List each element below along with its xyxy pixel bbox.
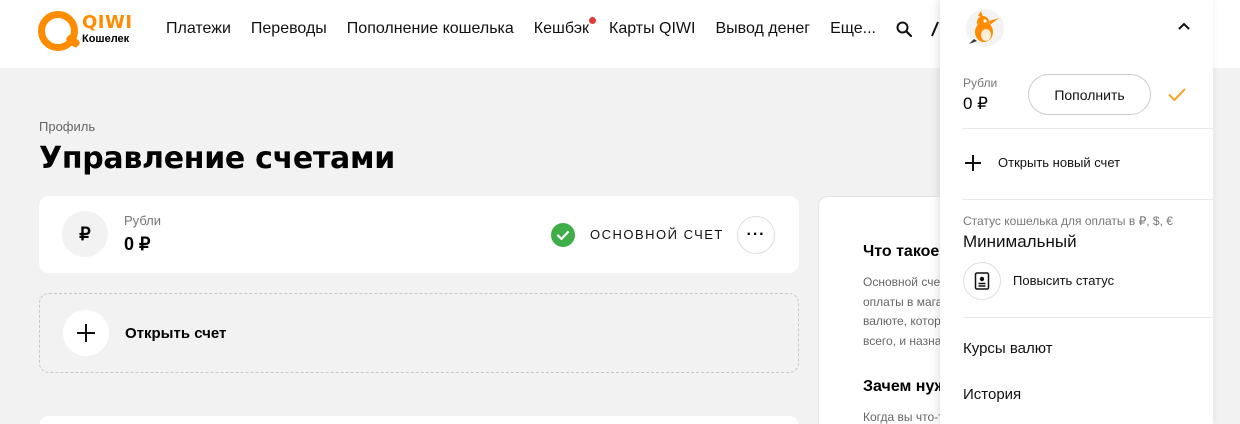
next-card (39, 416, 799, 424)
open-account-card[interactable]: Открыть счет (39, 293, 799, 373)
profile-dropdown: Рубли 0 ₽ Пополнить Открыть новый счет С… (940, 0, 1213, 424)
breadcrumb[interactable]: Профиль (39, 119, 95, 134)
wallet-status-value: Минимальный (963, 232, 1077, 251)
page-title: Управление счетами (39, 141, 395, 176)
plus-icon (63, 310, 109, 356)
menu-exchange-rates[interactable]: Курсы валют (963, 340, 1053, 357)
nav-more[interactable]: Еще... (830, 20, 876, 38)
plus-icon[interactable] (964, 154, 982, 172)
search-icon[interactable] (896, 21, 912, 37)
dropdown-rub-amount: 0 ₽ (963, 94, 988, 113)
info-panel: Что такое основной счет? Основной счет и… (818, 196, 958, 424)
nav-payments[interactable]: Платежи (166, 20, 231, 38)
main-account-label: ОСНОВНОЙ СЧЕТ (590, 227, 724, 242)
menu-history[interactable]: История (963, 386, 1021, 403)
open-account-label: Открыть счет (125, 325, 227, 342)
logo-subtitle: Кошелек (82, 33, 130, 45)
ruble-icon: ₽ (62, 211, 108, 257)
nav-topup[interactable]: Пополнение кошелька (347, 20, 514, 38)
divider (963, 317, 1213, 318)
wallet-status-label: Статус кошелька для оплаты в ₽, $, € (963, 214, 1173, 228)
logo-text: QIWI (82, 12, 133, 33)
qiwi-logo[interactable]: QIWI Кошелек (38, 11, 138, 55)
more-options-button[interactable]: ··· (737, 216, 775, 254)
nav-cards[interactable]: Карты QIWI (609, 20, 695, 38)
id-card-icon[interactable] (963, 262, 1001, 300)
account-label: Рубли (124, 213, 162, 228)
check-mark-svg (556, 230, 570, 241)
open-new-account-link[interactable]: Открыть новый счет (998, 155, 1120, 170)
user-icon[interactable] (930, 20, 940, 38)
id-card-svg (974, 272, 990, 290)
nav-withdraw[interactable]: Вывод денег (715, 20, 810, 38)
check-icon (1168, 88, 1186, 101)
account-card-rub[interactable]: ₽ Рубли 0 ₽ ОСНОВНОЙ СЧЕТ ··· (39, 196, 799, 273)
divider (963, 199, 1213, 200)
nav-cashback[interactable]: Кешбэк (533, 17, 596, 38)
account-amount: 0 ₽ (124, 234, 151, 254)
dropdown-rub-label: Рубли (963, 76, 998, 90)
topup-button[interactable]: Пополнить (1028, 74, 1151, 115)
chevron-up-icon[interactable] (1178, 22, 1190, 30)
nav-cashback-label: Кешбэк (533, 20, 589, 37)
notification-dot (589, 17, 596, 24)
nav-transfers[interactable]: Переводы (251, 20, 327, 38)
checkmark-circle-icon (551, 223, 575, 247)
divider (963, 128, 1213, 129)
upgrade-status-link[interactable]: Повысить статус (1013, 273, 1114, 288)
plus-svg (77, 324, 95, 342)
main-nav: Платежи Переводы Пополнение кошелька Кеш… (166, 17, 896, 40)
avatar[interactable] (965, 8, 1005, 48)
